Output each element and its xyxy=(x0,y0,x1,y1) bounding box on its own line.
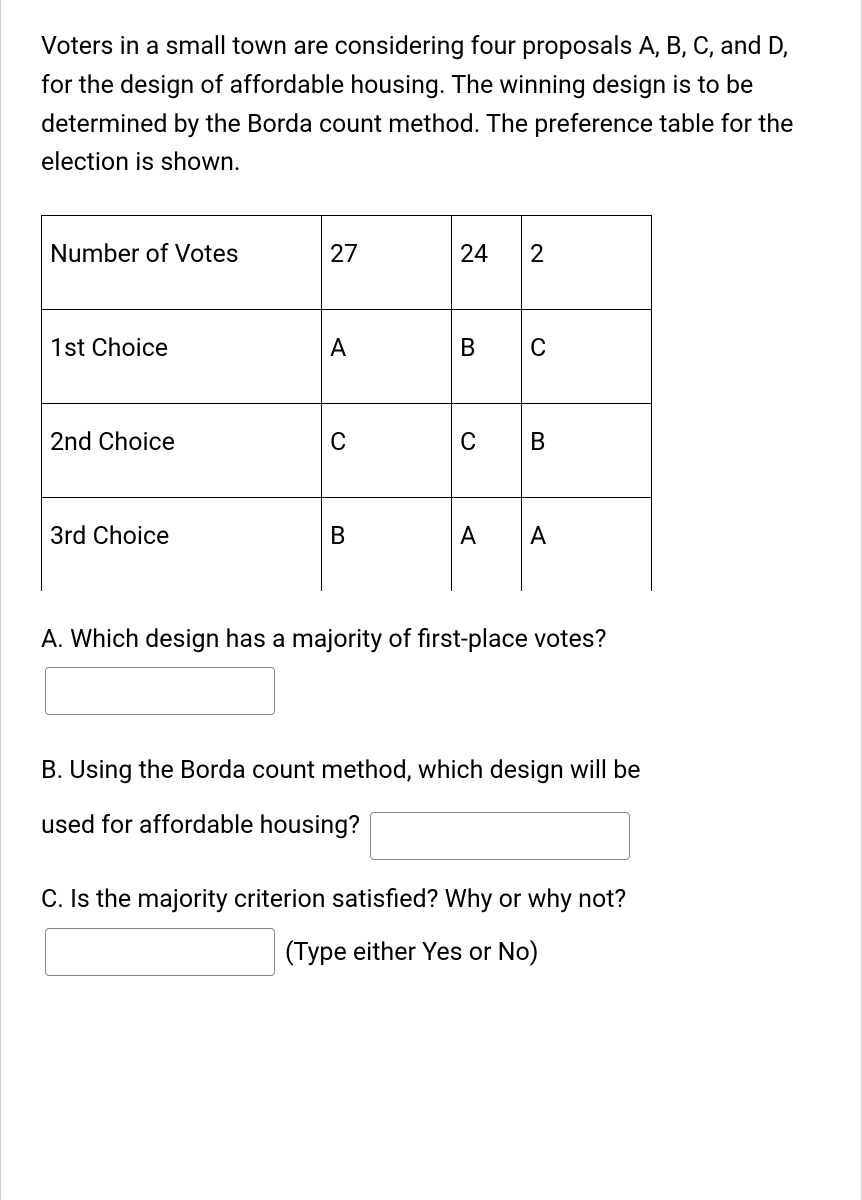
choice2-label: 2nd Choice xyxy=(42,404,322,498)
answer-b-input[interactable] xyxy=(370,812,630,860)
answer-c-input[interactable] xyxy=(45,928,275,976)
table-row: Number of Votes 27 24 2 xyxy=(42,216,652,310)
votes-col1: 27 xyxy=(322,216,452,310)
choice3-col2: A xyxy=(452,498,522,592)
preference-table: Number of Votes 27 24 2 1st Choice A B C… xyxy=(41,215,652,591)
choice1-label: 1st Choice xyxy=(42,310,322,404)
question-b-text-2: used for affordable housing? xyxy=(41,811,360,840)
choice1-col2: B xyxy=(452,310,522,404)
question-c-text: C. Is the majority criterion satisfied? … xyxy=(41,881,821,919)
choice3-label: 3rd Choice xyxy=(42,498,322,592)
choice2-col1: C xyxy=(322,404,452,498)
votes-col2: 24 xyxy=(452,216,522,310)
table-row: 1st Choice A B C xyxy=(42,310,652,404)
question-c-hint: (Type either Yes or No) xyxy=(285,938,538,967)
choice1-col3: C xyxy=(522,310,652,404)
answer-a-input[interactable] xyxy=(45,667,275,715)
question-b-text-1: B. Using the Borda count method, which d… xyxy=(41,756,641,785)
choice2-col2: C xyxy=(452,404,522,498)
table-row: 2nd Choice C C B xyxy=(42,404,652,498)
choice3-col3: A xyxy=(522,498,652,592)
table-row: 3rd Choice B A A xyxy=(42,498,652,592)
votes-col3: 2 xyxy=(522,216,652,310)
question-a-text: A. Which design has a majority of first-… xyxy=(41,621,821,659)
choice3-col1: B xyxy=(322,498,452,592)
votes-header-label: Number of Votes xyxy=(42,216,322,310)
choice1-col1: A xyxy=(322,310,452,404)
problem-statement: Voters in a small town are considering f… xyxy=(41,28,821,183)
choice2-col3: B xyxy=(522,404,652,498)
